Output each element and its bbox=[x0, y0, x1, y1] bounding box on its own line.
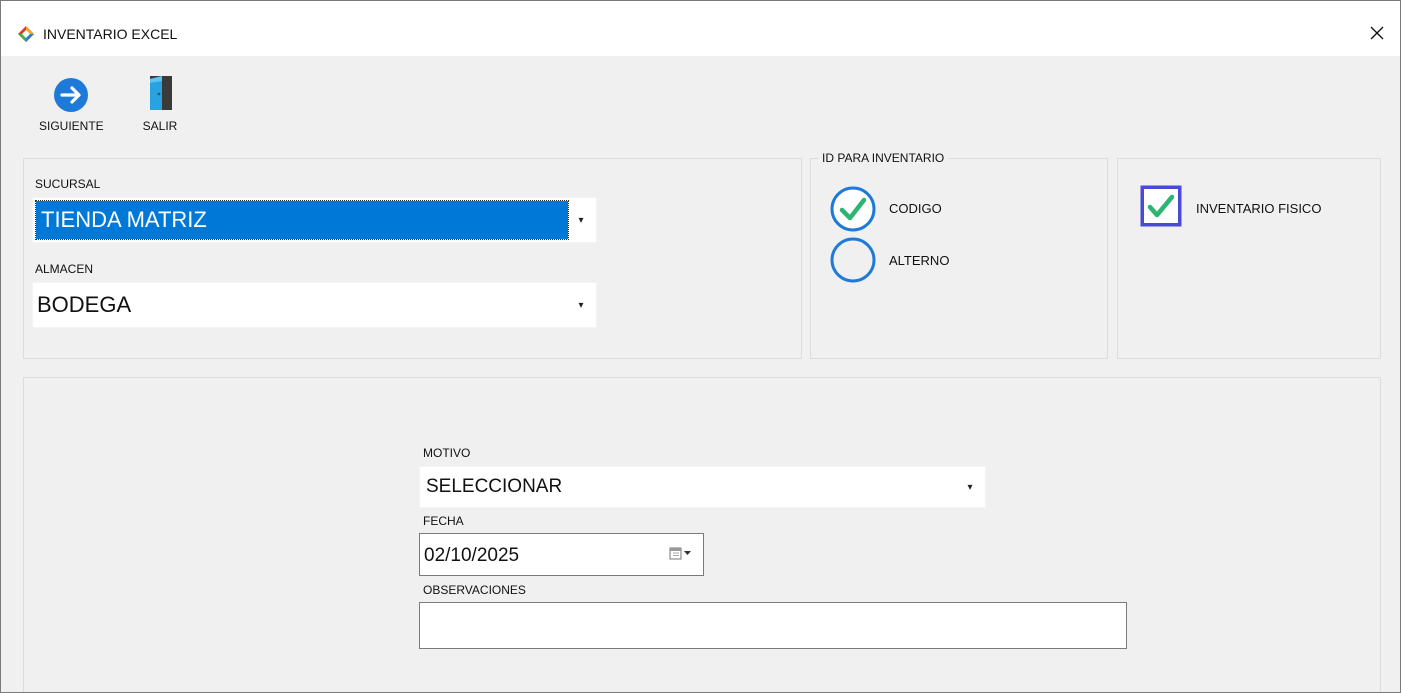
door-exit-icon bbox=[150, 76, 172, 110]
exit-label: SALIR bbox=[142, 119, 178, 133]
window-title: INVENTARIO EXCEL bbox=[43, 26, 178, 42]
app-window: INVENTARIO EXCEL SIGUIENTE SALIR SUCURSA… bbox=[0, 0, 1401, 693]
fecha-value: 02/10/2025 bbox=[424, 545, 520, 566]
location-panel bbox=[23, 158, 802, 359]
exit-button[interactable]: SALIR bbox=[142, 73, 178, 133]
fecha-label: FECHA bbox=[423, 514, 464, 528]
calendar-icon[interactable] bbox=[669, 546, 693, 562]
observaciones-field[interactable] bbox=[419, 602, 1127, 649]
fecha-datepicker[interactable]: 02/10/2025 bbox=[419, 533, 704, 576]
check-circle-icon bbox=[830, 186, 876, 232]
radio-alterno[interactable] bbox=[830, 237, 876, 288]
close-button[interactable] bbox=[1354, 13, 1400, 53]
chevron-down-icon: ▾ bbox=[578, 299, 584, 311]
empty-circle-icon bbox=[830, 237, 876, 283]
sucursal-value: TIENDA MATRIZ bbox=[41, 207, 207, 232]
observaciones-label: OBSERVACIONES bbox=[423, 583, 526, 597]
radio-codigo-label: CODIGO bbox=[889, 201, 942, 216]
radio-codigo[interactable] bbox=[830, 186, 876, 237]
motivo-select[interactable]: SELECCIONAR ▾ bbox=[419, 466, 986, 508]
next-label: SIGUIENTE bbox=[39, 119, 104, 133]
next-button[interactable]: SIGUIENTE bbox=[39, 73, 104, 133]
id-groupbox-title: ID PARA INVENTARIO bbox=[818, 151, 949, 165]
almacen-label: ALMACEN bbox=[35, 262, 94, 276]
close-icon bbox=[1370, 26, 1384, 40]
radio-alterno-label: ALTERNO bbox=[889, 253, 950, 268]
title-bar: INVENTARIO EXCEL bbox=[1, 1, 1400, 56]
inventario-fisico-checkbox[interactable] bbox=[1139, 184, 1183, 233]
app-diamond-icon bbox=[18, 26, 34, 42]
almacen-value: BODEGA bbox=[37, 292, 132, 317]
checkbox-checked-icon bbox=[1140, 185, 1182, 227]
motivo-label: MOTIVO bbox=[423, 446, 471, 460]
chevron-down-icon: ▾ bbox=[578, 214, 584, 226]
almacen-select[interactable]: BODEGA ▾ bbox=[32, 282, 597, 328]
motivo-value: SELECCIONAR bbox=[426, 476, 563, 497]
inventario-fisico-label: INVENTARIO FISICO bbox=[1196, 201, 1322, 216]
sucursal-label: SUCURSAL bbox=[35, 177, 101, 191]
sucursal-select[interactable]: TIENDA MATRIZ ▾ bbox=[32, 197, 597, 243]
chevron-down-icon: ▾ bbox=[967, 481, 973, 493]
arrow-right-icon bbox=[54, 78, 89, 112]
